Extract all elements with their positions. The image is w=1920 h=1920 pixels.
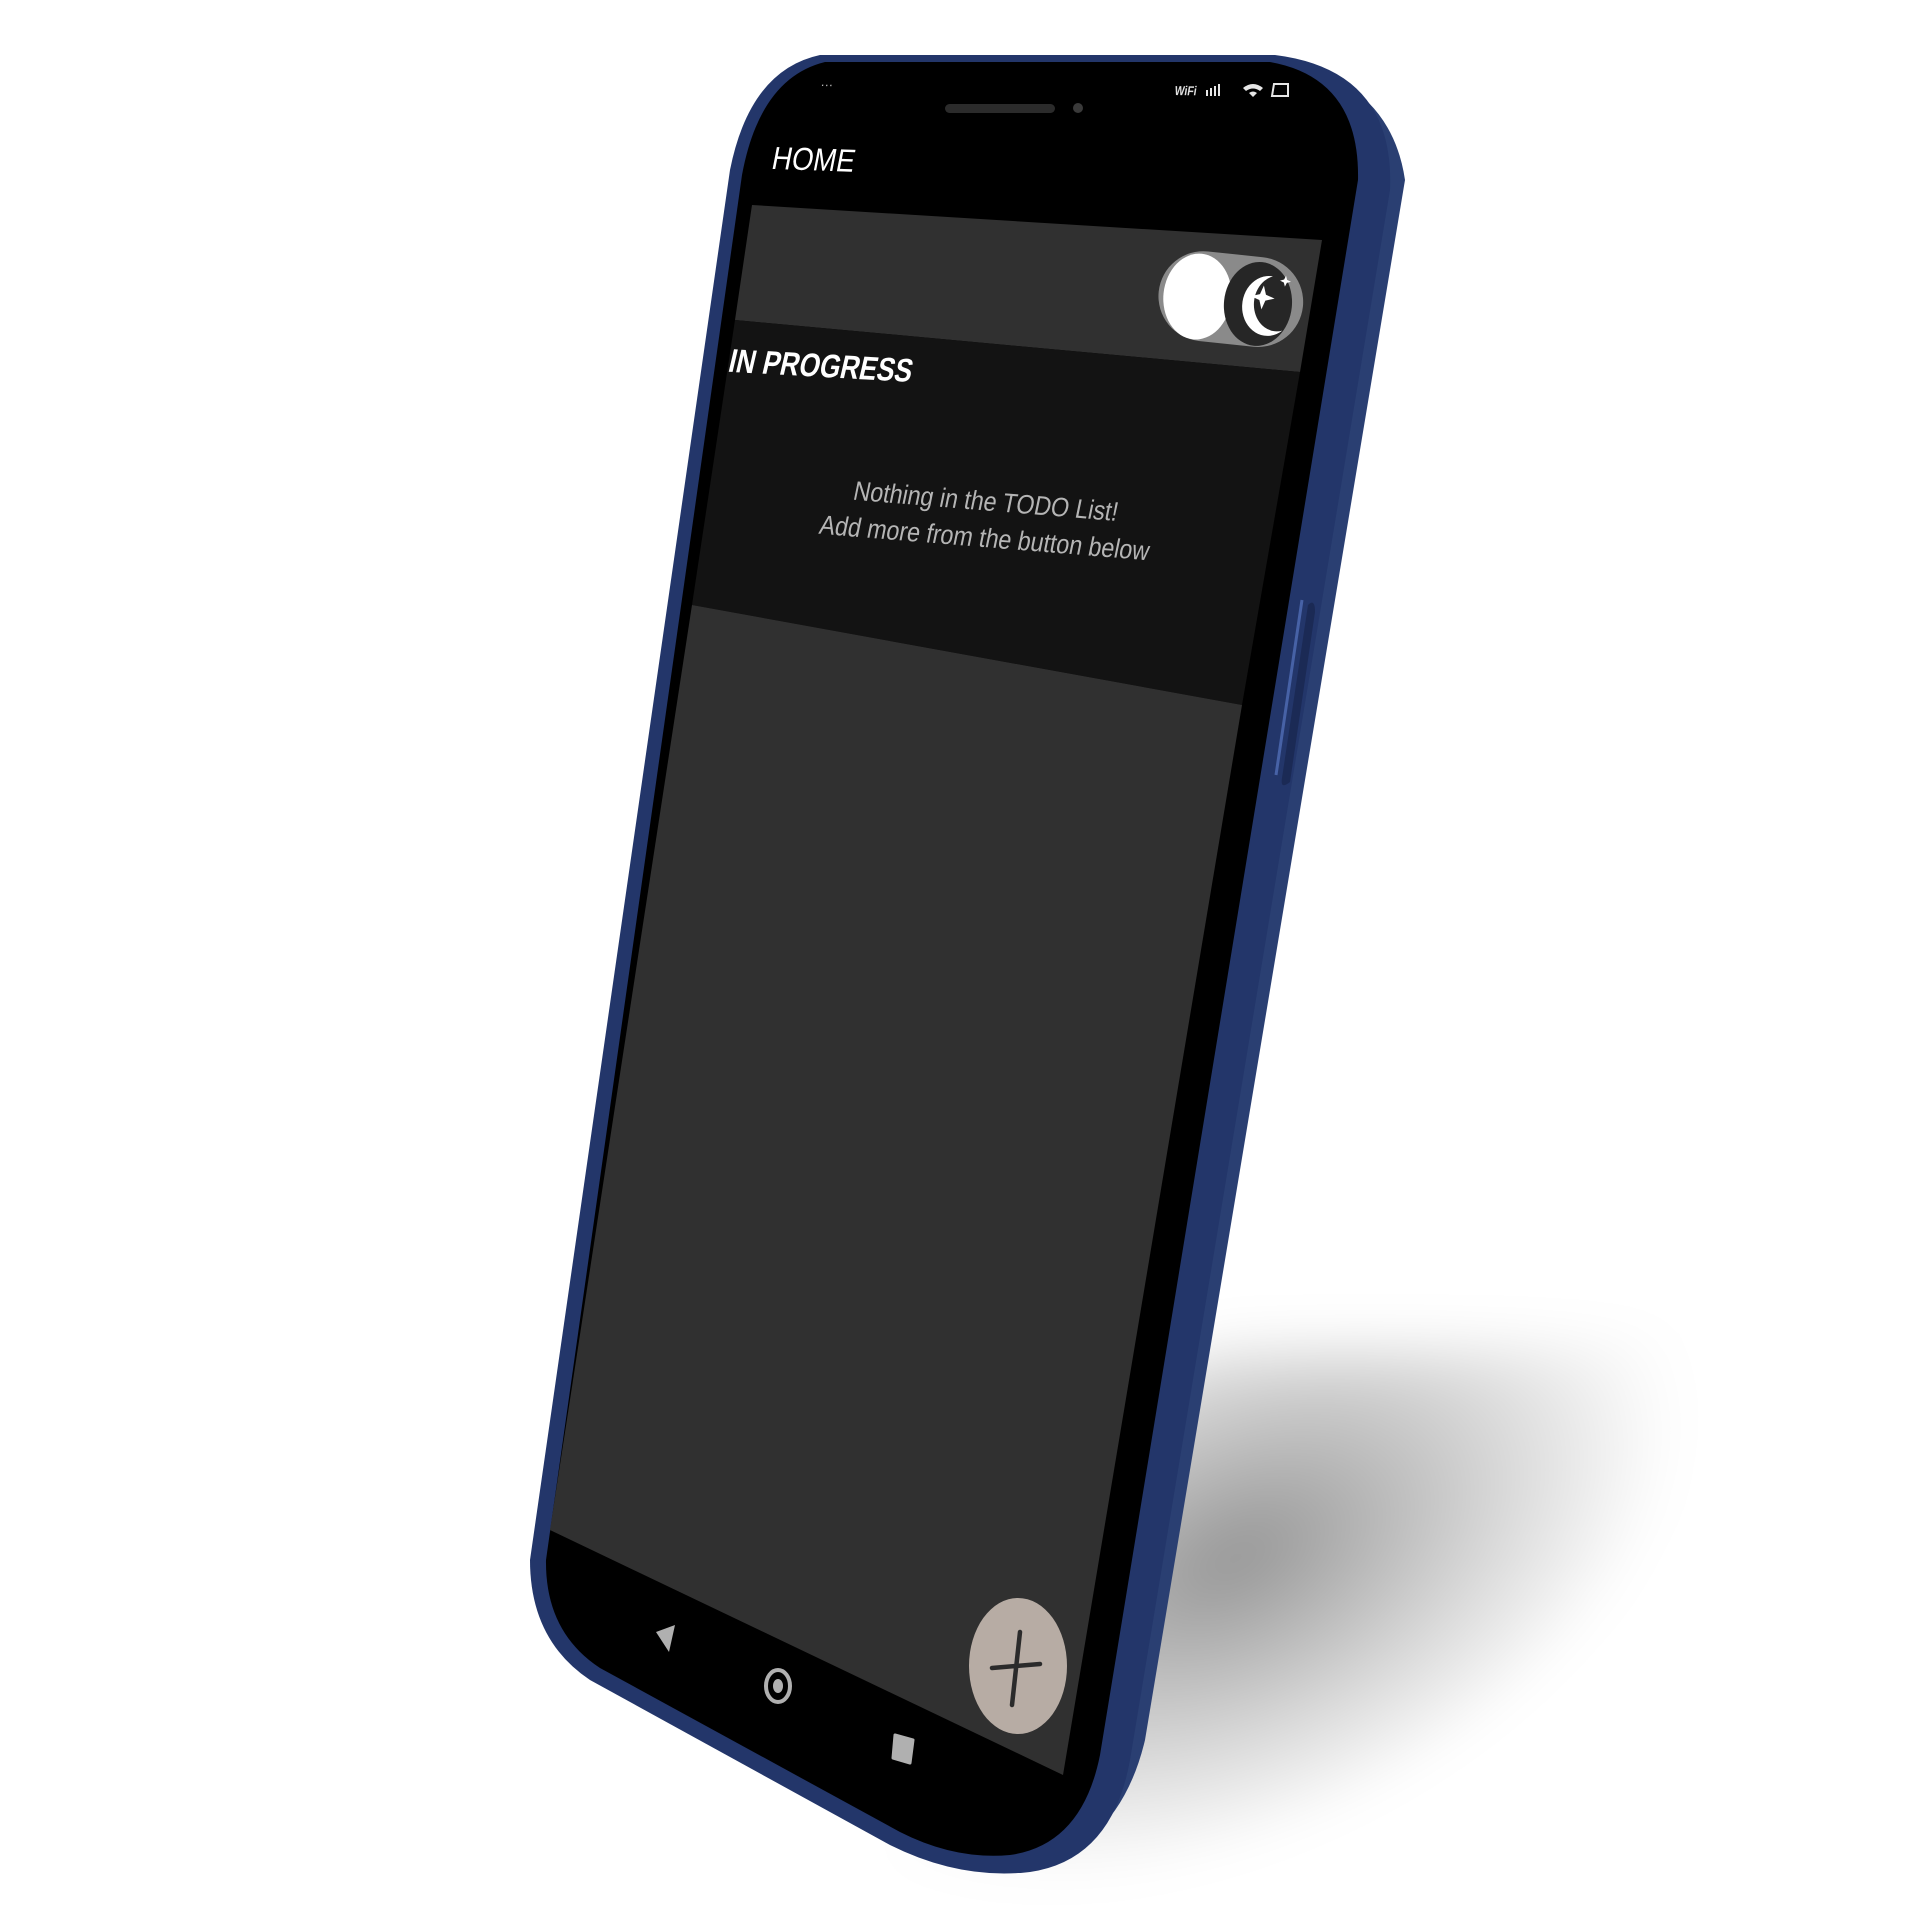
theme-toggle-switch[interactable] [1160, 256, 1305, 348]
phone-device [530, 55, 1405, 1874]
add-todo-fab[interactable] [968, 1598, 1068, 1734]
status-time: … [819, 74, 835, 90]
status-wifi-label: WiFi [1173, 83, 1198, 99]
nav-home-button[interactable] [758, 1664, 800, 1710]
front-camera [1073, 103, 1083, 113]
app-title: HOME [769, 140, 859, 179]
earpiece-speaker [945, 104, 1055, 113]
nav-back-button[interactable] [645, 1615, 685, 1660]
nav-recents-button[interactable] [884, 1728, 924, 1772]
